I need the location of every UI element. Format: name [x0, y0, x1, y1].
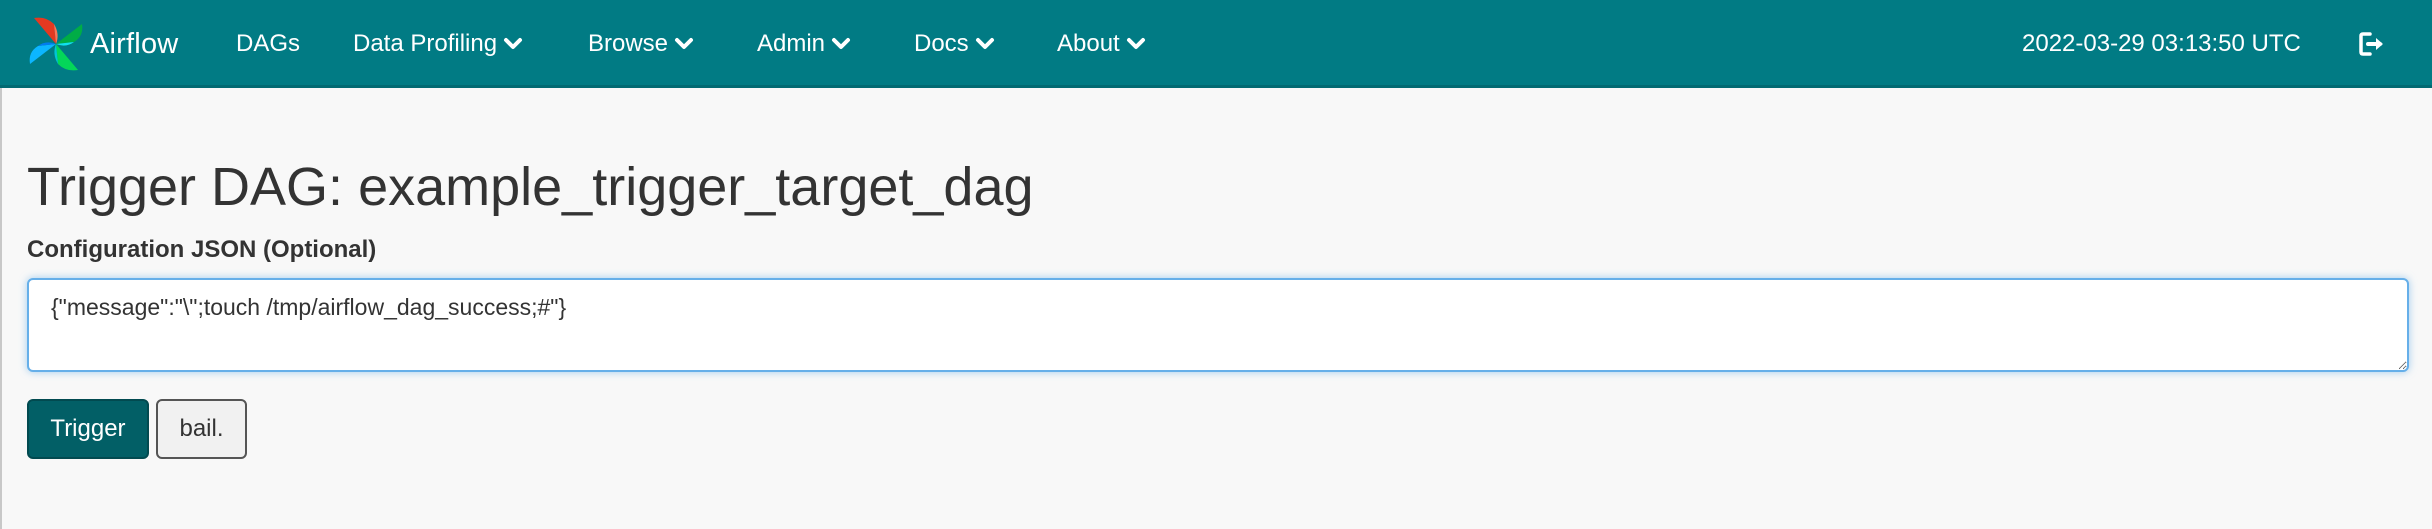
- top-navbar: Airflow DAGs Data Profiling Browse Admin…: [0, 0, 2432, 88]
- conf-json-textarea[interactable]: {"message":"\";touch /tmp/airflow_dag_su…: [27, 278, 2409, 372]
- utc-clock-text: 2022-03-29 03:13:50 UTC: [2022, 30, 2301, 57]
- nav-dags[interactable]: DAGs: [236, 0, 300, 88]
- nav-dags-label: DAGs: [236, 30, 301, 57]
- chevron-down-icon: [675, 38, 694, 49]
- nav-docs[interactable]: Docs: [914, 0, 995, 88]
- chevron-down-icon: [975, 38, 994, 49]
- utc-clock: 2022-03-29 03:13:50 UTC: [2022, 0, 2301, 88]
- conf-json-label: Configuration JSON (Optional): [27, 236, 377, 263]
- sign-out-icon[interactable]: [2356, 28, 2388, 60]
- nav-about[interactable]: About: [1057, 0, 1146, 88]
- nav-admin[interactable]: Admin: [757, 0, 851, 88]
- nav-about-label: About: [1057, 30, 1120, 57]
- bail-button[interactable]: bail.: [156, 399, 247, 459]
- nav-admin-label: Admin: [757, 30, 826, 57]
- page-title: Trigger DAG: example_trigger_target_dag: [27, 157, 1034, 217]
- nav-browse[interactable]: Browse: [588, 0, 694, 88]
- chevron-down-icon: [1126, 38, 1145, 49]
- nav-data-profiling[interactable]: Data Profiling: [353, 0, 523, 88]
- brand-link[interactable]: Airflow: [24, 14, 178, 74]
- left-border: [0, 88, 2, 529]
- airflow-pinwheel-icon: [29, 17, 83, 71]
- trigger-button[interactable]: Trigger: [27, 399, 149, 459]
- nav-browse-label: Browse: [588, 30, 669, 57]
- brand-name: Airflow: [90, 27, 179, 60]
- nav-docs-label: Docs: [914, 30, 969, 57]
- nav-data-profiling-label: Data Profiling: [353, 30, 498, 57]
- chevron-down-icon: [504, 38, 523, 49]
- chevron-down-icon: [832, 38, 851, 49]
